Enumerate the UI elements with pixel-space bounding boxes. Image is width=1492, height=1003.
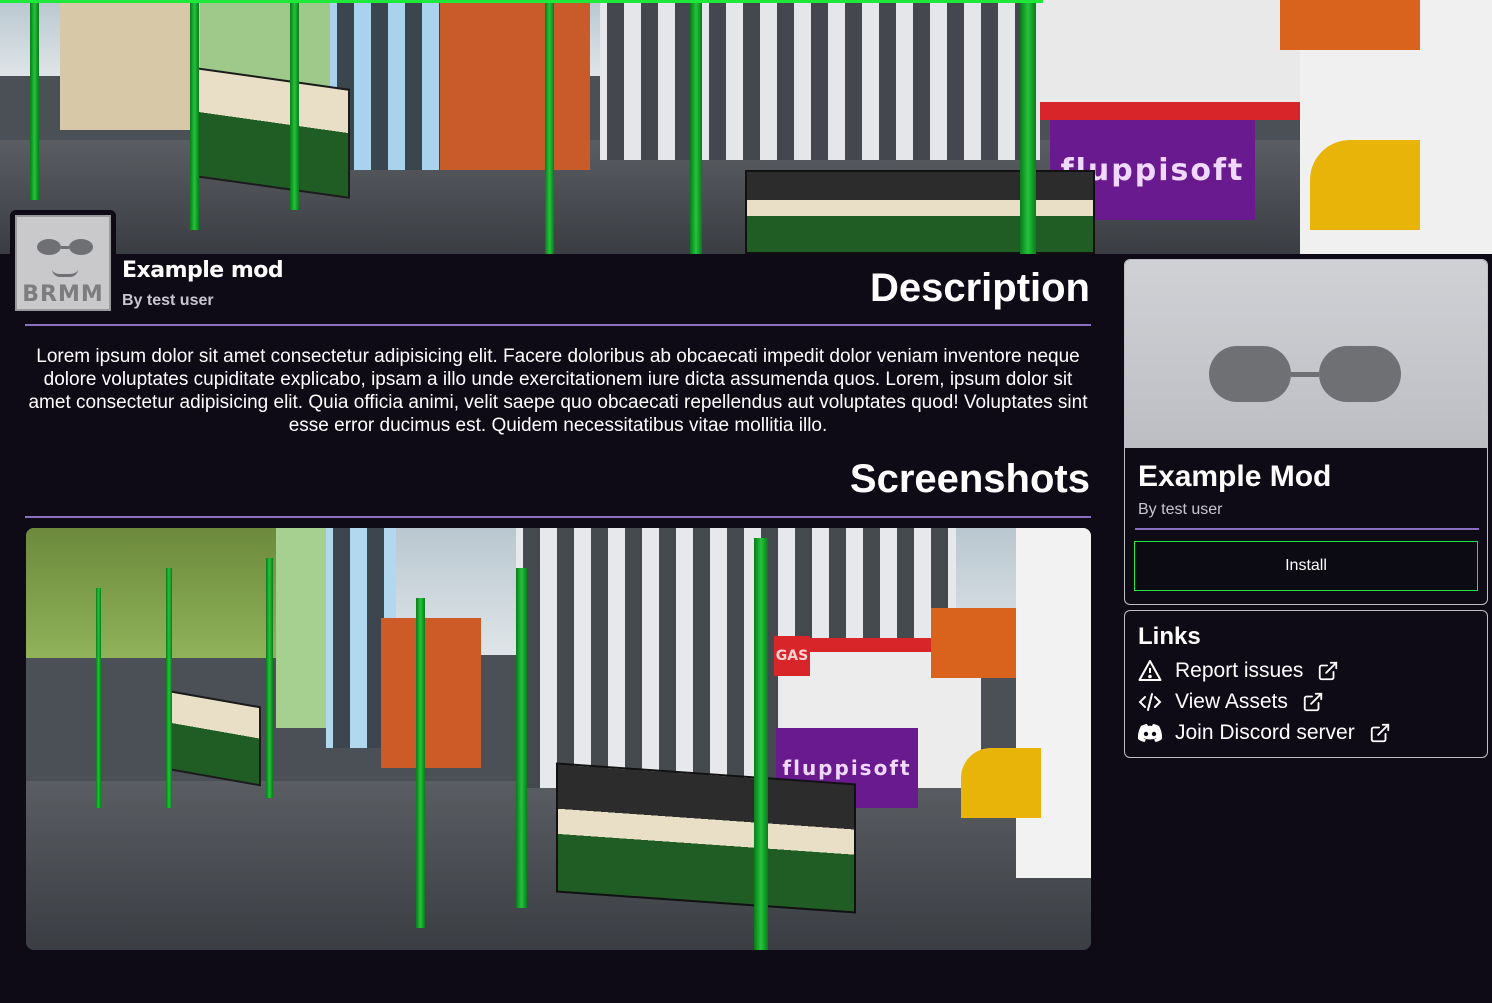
- external-link-icon: [1302, 691, 1324, 713]
- warning-icon: [1137, 658, 1163, 684]
- mod-card-image: [1125, 260, 1487, 448]
- sunglasses-icon: [37, 239, 93, 255]
- description-heading: Description: [869, 266, 1090, 310]
- description-text: Lorem ipsum dolor sit amet consectetur a…: [28, 346, 1088, 436]
- mod-card: Example Mod By test user Install: [1124, 259, 1488, 605]
- external-link-icon: [1317, 660, 1339, 682]
- join-discord-label: Join Discord server: [1175, 721, 1355, 744]
- mod-author: By test user: [122, 292, 214, 309]
- code-icon: [1137, 689, 1163, 715]
- mod-card-author: By test user: [1138, 501, 1223, 518]
- screenshots-heading: Screenshots: [849, 457, 1090, 501]
- description-divider: [25, 324, 1091, 326]
- links-heading: Links: [1138, 623, 1201, 650]
- mod-title: Example mod: [122, 258, 284, 283]
- mod-card-divider: [1135, 528, 1479, 530]
- external-link-icon: [1369, 722, 1391, 744]
- discord-icon: [1137, 720, 1163, 746]
- view-assets-label: View Assets: [1175, 690, 1288, 713]
- brmm-logo-text: BRMM: [22, 282, 104, 307]
- mod-card-title: Example Mod: [1138, 460, 1332, 493]
- report-issues-link[interactable]: Report issues: [1137, 657, 1339, 685]
- screenshot-image[interactable]: fluppisoft GAS: [26, 528, 1091, 950]
- sunglasses-icon: [1209, 346, 1401, 402]
- view-assets-link[interactable]: View Assets: [1137, 688, 1324, 716]
- report-issues-label: Report issues: [1175, 659, 1304, 682]
- screenshots-divider: [25, 516, 1091, 518]
- links-card: Links Report issues View Assets Join Dis…: [1124, 610, 1488, 758]
- join-discord-link[interactable]: Join Discord server: [1137, 719, 1391, 747]
- install-button[interactable]: Install: [1134, 541, 1478, 591]
- banner-image: fluppisoft: [0, 0, 1492, 254]
- mod-icon: BRMM: [10, 210, 116, 314]
- loading-progress-bar: [0, 0, 1043, 3]
- gas-sign: GAS: [774, 636, 810, 676]
